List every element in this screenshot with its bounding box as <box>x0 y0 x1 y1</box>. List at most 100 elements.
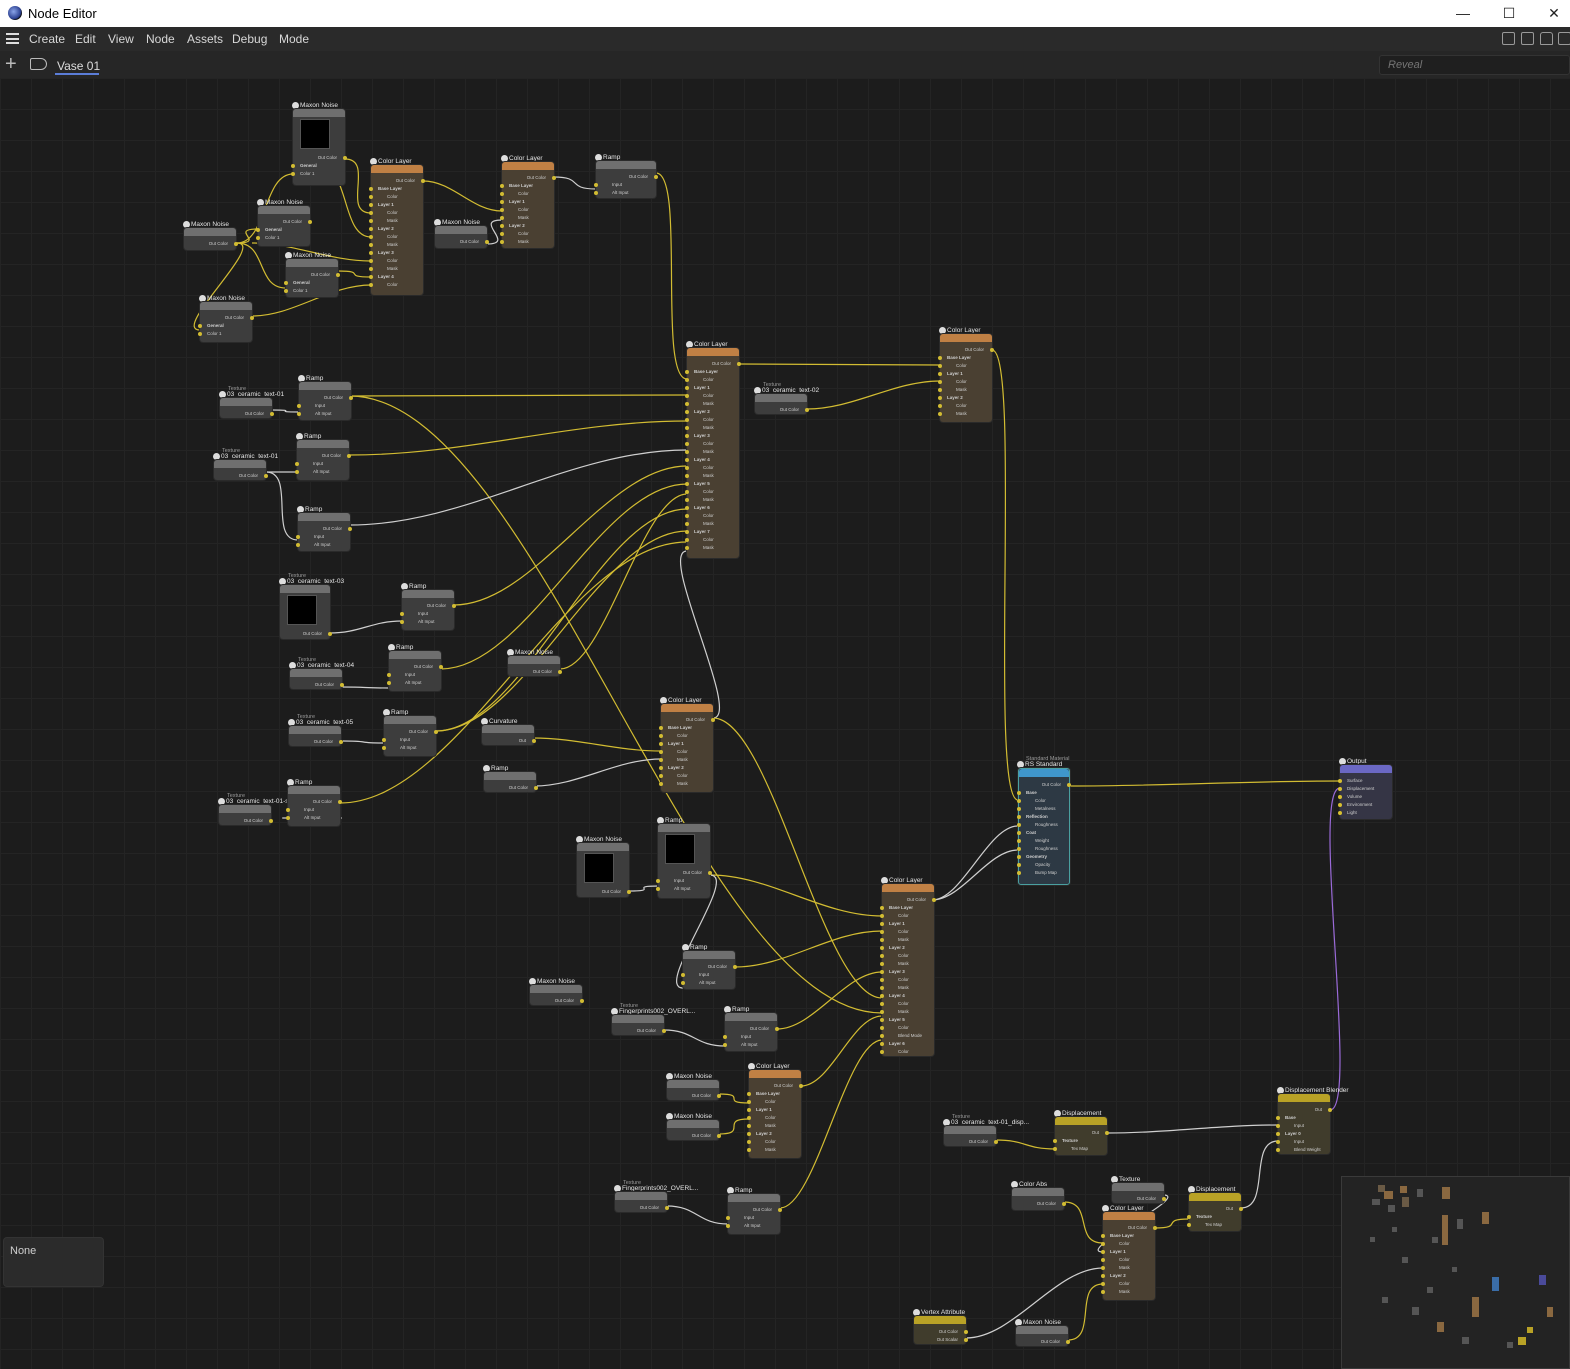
node-port-socket[interactable] <box>1153 1226 1157 1230</box>
node-port-socket[interactable] <box>723 1043 727 1047</box>
node-port-socket[interactable] <box>339 740 343 744</box>
node-port-socket[interactable] <box>1101 1242 1105 1246</box>
node-port-socket[interactable] <box>685 418 689 422</box>
node-port-socket[interactable] <box>799 1084 803 1088</box>
node-header[interactable] <box>502 162 554 170</box>
node-header[interactable] <box>577 843 629 851</box>
node-port-socket[interactable] <box>1053 1139 1057 1143</box>
node-port-socket[interactable] <box>369 259 373 263</box>
node-port-socket[interactable] <box>662 1029 666 1033</box>
node-port-socket[interactable] <box>434 730 438 734</box>
hamburger-menu-icon[interactable] <box>6 33 19 44</box>
node-port-socket[interactable] <box>938 396 942 400</box>
node-port-socket[interactable] <box>264 474 268 478</box>
node-port-socket[interactable] <box>685 490 689 494</box>
node-port-socket[interactable] <box>880 994 884 998</box>
node-port-socket[interactable] <box>685 434 689 438</box>
node-maxon-noise[interactable]: Out Color General Color 1 <box>284 259 340 297</box>
node-header[interactable] <box>402 590 454 598</box>
node-port-socket[interactable] <box>880 906 884 910</box>
node-port-socket[interactable] <box>1017 815 1021 819</box>
node-port-socket[interactable] <box>1017 831 1021 835</box>
node-port-socket[interactable] <box>1101 1274 1105 1278</box>
node-port-socket[interactable] <box>198 332 202 336</box>
node-ramp[interactable]: Out Color Input Alt Input <box>295 440 351 480</box>
node-port-socket[interactable] <box>256 228 260 232</box>
node-port-socket[interactable] <box>685 410 689 414</box>
node-port-socket[interactable] <box>747 1140 751 1144</box>
node-port-socket[interactable] <box>500 184 504 188</box>
tab-vase-01[interactable]: Vase 01 <box>57 59 100 73</box>
node-fingerprints002-overl[interactable]: Out Color <box>615 1192 669 1212</box>
node-port-socket[interactable] <box>291 164 295 168</box>
node-port-socket[interactable] <box>685 522 689 526</box>
node-port-socket[interactable] <box>382 738 386 742</box>
node-port-socket[interactable] <box>659 774 663 778</box>
node-port-socket[interactable] <box>747 1108 751 1112</box>
add-tab-icon[interactable]: + <box>5 54 17 74</box>
node-port-socket[interactable] <box>369 251 373 255</box>
node-header[interactable] <box>728 1194 780 1202</box>
node-maxon-noise[interactable]: Out Color General Color 1 <box>291 109 347 185</box>
node-port-socket[interactable] <box>296 543 300 547</box>
node-port-socket[interactable] <box>1101 1234 1105 1238</box>
menu-mode[interactable]: Mode <box>279 32 309 46</box>
node-port-socket[interactable] <box>880 914 884 918</box>
node-port-socket[interactable] <box>295 470 299 474</box>
node-maxon-noise[interactable]: Out Color <box>1016 1326 1070 1346</box>
node-port-socket[interactable] <box>656 887 660 891</box>
node-ramp[interactable]: Out Color Input Alt Input <box>387 651 443 691</box>
node-port-socket[interactable] <box>880 938 884 942</box>
node-header[interactable] <box>914 1316 966 1324</box>
node-ramp[interactable]: Out Color Input Alt Input <box>296 513 352 551</box>
node-port-socket[interactable] <box>659 742 663 746</box>
node-03-ceramic-text-02[interactable]: Out Color <box>755 394 809 414</box>
node-ramp[interactable]: Out Color Input Alt Input <box>286 786 342 826</box>
maximize-button[interactable]: ☐ <box>1486 2 1532 24</box>
node-port-socket[interactable] <box>308 220 312 224</box>
node-ramp[interactable]: Out Color Input Alt Input <box>656 824 712 898</box>
node-port-socket[interactable] <box>1276 1140 1280 1144</box>
node-header[interactable] <box>530 985 582 993</box>
node-header[interactable] <box>371 165 423 173</box>
node-port-socket[interactable] <box>1101 1282 1105 1286</box>
node-port-socket[interactable] <box>349 396 353 400</box>
node-port-socket[interactable] <box>1338 787 1342 791</box>
node-port-socket[interactable] <box>369 195 373 199</box>
node-header[interactable] <box>1278 1094 1330 1102</box>
node-port-socket[interactable] <box>1066 1340 1070 1344</box>
node-port-socket[interactable] <box>1276 1132 1280 1136</box>
node-port-socket[interactable] <box>1338 779 1342 783</box>
node-header[interactable] <box>596 161 656 169</box>
node-port-socket[interactable] <box>250 316 254 320</box>
node-port-socket[interactable] <box>500 232 504 236</box>
node-port-socket[interactable] <box>717 1134 721 1138</box>
node-ramp[interactable]: Out Color <box>484 772 538 792</box>
node-port-socket[interactable] <box>534 786 538 790</box>
node-port-socket[interactable] <box>1017 799 1021 803</box>
node-03-ceramic-text-04[interactable]: Out Color <box>290 669 344 689</box>
node-header[interactable] <box>184 228 236 236</box>
node-port-socket[interactable] <box>500 200 504 204</box>
node-port-socket[interactable] <box>452 604 456 608</box>
node-port-socket[interactable] <box>1053 1147 1057 1151</box>
node-header[interactable] <box>286 259 338 267</box>
node-port-socket[interactable] <box>500 216 504 220</box>
node-port-socket[interactable] <box>723 1035 727 1039</box>
node-port-socket[interactable] <box>500 224 504 228</box>
node-port-socket[interactable] <box>1101 1290 1105 1294</box>
node-port-socket[interactable] <box>369 219 373 223</box>
node-port-socket[interactable] <box>1187 1215 1191 1219</box>
node-port-socket[interactable] <box>387 673 391 677</box>
node-03-ceramic-text-05[interactable]: Out Color <box>289 726 343 746</box>
node-port-socket[interactable] <box>1067 783 1071 787</box>
node-port-socket[interactable] <box>685 466 689 470</box>
search-input[interactable] <box>1379 55 1570 75</box>
node-port-socket[interactable] <box>500 192 504 196</box>
node-port-socket[interactable] <box>1017 791 1021 795</box>
node-maxon-noise[interactable]: Out Color General Color 1 <box>256 206 312 246</box>
node-port-socket[interactable] <box>880 946 884 950</box>
node-port-socket[interactable] <box>297 404 301 408</box>
node-port-socket[interactable] <box>990 348 994 352</box>
node-port-socket[interactable] <box>711 718 715 722</box>
